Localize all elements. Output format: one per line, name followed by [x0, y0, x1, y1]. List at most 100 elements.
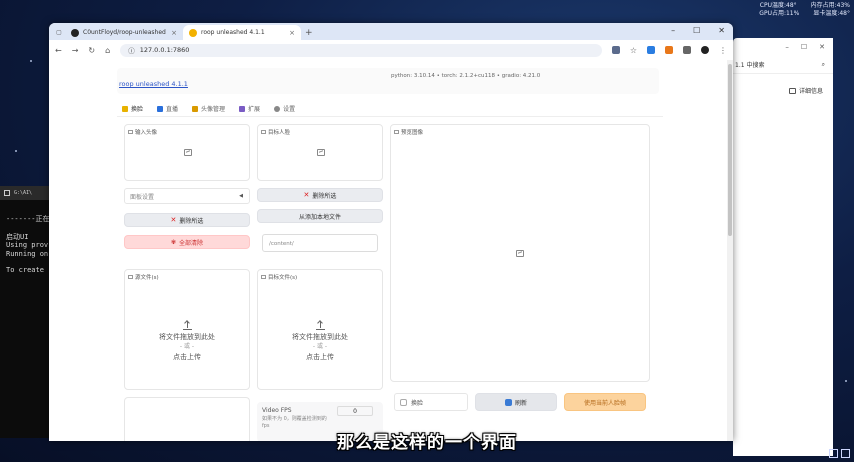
- close-button[interactable]: ✕: [718, 26, 725, 35]
- tab-roop[interactable]: roop unleashed 4.1.1 ×: [183, 25, 301, 40]
- app-header: roop unleashed 4.1.1 python: 3.10.14 • t…: [117, 68, 659, 94]
- details-button[interactable]: 详细信息: [733, 86, 833, 95]
- label-text: 目标文件(s): [268, 275, 298, 281]
- tab-label: 扩展: [248, 106, 261, 113]
- star: [15, 150, 17, 152]
- checkbox-label: 换脸: [411, 399, 424, 407]
- preset-select[interactable]: 面板设置 ◀: [124, 188, 250, 204]
- button-label: 删除所选: [179, 217, 204, 225]
- translate-icon[interactable]: [611, 46, 620, 54]
- forward-icon[interactable]: →: [72, 46, 79, 55]
- use-face-button[interactable]: 使用当前人脸帧: [564, 393, 646, 411]
- image-icon: [394, 130, 399, 134]
- refresh-button[interactable]: 刷新: [475, 393, 557, 411]
- roop-favicon-icon: [189, 28, 197, 37]
- search-icon[interactable]: ⌕: [822, 61, 825, 69]
- home-icon[interactable]: ⌂: [105, 46, 110, 55]
- add-local-file-button[interactable]: 从添加本地文件: [257, 209, 383, 223]
- more-menu-icon[interactable]: ⋮: [719, 46, 727, 55]
- close-icon[interactable]: ✕: [819, 43, 825, 51]
- bookmark-star-icon[interactable]: ☆: [630, 46, 637, 55]
- input-face-gallery[interactable]: 输入头像: [124, 124, 250, 181]
- terminal-title: G:\AI\: [14, 190, 33, 196]
- faceswap-icon: [122, 105, 128, 112]
- metamask-icon[interactable]: [665, 46, 673, 54]
- extension-icon[interactable]: [647, 46, 655, 54]
- live-icon: [157, 105, 164, 112]
- or-text: - 或 -: [179, 343, 195, 350]
- tab-label: 直播: [166, 106, 179, 113]
- tab-settings[interactable]: 设置: [274, 104, 295, 113]
- upload-dropzone[interactable]: 将文件拖放到此处 - 或 - 点击上传: [258, 321, 382, 362]
- bg-window-titlebar: – ☐ ✕: [733, 38, 833, 56]
- github-icon: [71, 28, 79, 37]
- tab-face-manager[interactable]: 头像管理: [192, 104, 225, 113]
- upload-icon: [182, 321, 192, 330]
- close-tab-icon[interactable]: ×: [171, 29, 177, 37]
- clear-icon: ✾: [170, 238, 176, 246]
- upload-dropzone[interactable]: 将文件拖放到此处 - 或 - 点击上传: [125, 321, 249, 362]
- page-scrollbar[interactable]: [727, 60, 733, 441]
- button-label: 从添加本地文件: [298, 213, 341, 221]
- terminal-line: To create: [6, 266, 44, 274]
- clear-all-button[interactable]: ✾ 全部清除: [124, 235, 250, 249]
- delete-selected-button-left[interactable]: ✕ 删除所选: [124, 213, 250, 227]
- maximize-icon[interactable]: ☐: [801, 43, 807, 51]
- image-placeholder-icon: [184, 149, 192, 156]
- preview-image[interactable]: 预览图像: [390, 124, 650, 382]
- site-info-icon[interactable]: ⓘ: [128, 45, 135, 55]
- maximize-button[interactable]: ☐: [693, 26, 700, 35]
- faceswap-checkbox[interactable]: 换脸: [394, 393, 468, 411]
- minimize-icon[interactable]: –: [785, 43, 789, 51]
- image-placeholder-icon: [516, 250, 524, 257]
- new-tab-button[interactable]: +: [305, 28, 313, 38]
- details-icon: [789, 87, 796, 94]
- gpu-temp: 显卡温度:48°: [813, 10, 850, 17]
- app-title-link[interactable]: roop unleashed 4.1.1: [119, 80, 188, 88]
- checkbox-box[interactable]: [400, 398, 407, 406]
- terminal-window[interactable]: G:\AI\ -------正在 启动UI Using prov Running…: [0, 186, 49, 438]
- minimize-button[interactable]: –: [671, 26, 675, 35]
- select-value: 面板设置: [130, 193, 155, 201]
- browser-toolbar: ← → ↻ ⌂ ⓘ 127.0.0.1:7860 ☆ ⋮: [49, 40, 733, 60]
- label-text: 预览图像: [401, 130, 424, 136]
- target-files-label: 目标文件(s): [261, 273, 297, 281]
- address-bar[interactable]: ⓘ 127.0.0.1:7860: [120, 43, 602, 57]
- star: [845, 380, 847, 382]
- tab-label: 换脸: [131, 106, 144, 113]
- video-fps-input[interactable]: 0: [337, 406, 373, 416]
- cpu-temp: CPU温度:48°: [759, 2, 797, 9]
- gradio-page: roop unleashed 4.1.1 python: 3.10.14 • t…: [49, 60, 733, 441]
- star: [30, 60, 32, 62]
- image-icon: [128, 130, 133, 134]
- close-tab-icon[interactable]: ×: [289, 29, 295, 37]
- face-manager-icon: [192, 105, 199, 112]
- tab-github[interactable]: C0untFloyd/roop-unleashed ×: [65, 25, 183, 40]
- path-textarea[interactable]: /content/: [262, 234, 378, 252]
- tab-extras[interactable]: 扩展: [239, 104, 260, 113]
- tab-faceswap[interactable]: 换脸: [122, 104, 143, 113]
- tab-live[interactable]: 直播: [157, 104, 178, 113]
- terminal-line: -------正在: [6, 215, 49, 223]
- tab-label: 头像管理: [201, 106, 226, 113]
- video-fps-label: Video FPS: [262, 407, 292, 414]
- reload-icon[interactable]: ↻: [88, 46, 95, 55]
- button-label: 使用当前人脸帧: [583, 399, 626, 407]
- bg-window-address[interactable]: 1.1 中搜索 ⌕: [733, 56, 833, 74]
- profile-avatar[interactable]: [701, 46, 709, 54]
- source-files-upload[interactable]: 源文件(s) 将文件拖放到此处 - 或 - 点击上传: [124, 269, 250, 390]
- tab-menu-icon[interactable]: ▢: [53, 26, 65, 38]
- delete-selected-button-right[interactable]: ✕ 删除所选: [257, 188, 383, 202]
- or-text: - 或 -: [312, 343, 328, 350]
- video-subtitle: 那么是这样的一个界面: [337, 433, 517, 453]
- extensions-puzzle-icon[interactable]: [683, 46, 691, 54]
- tab-divider: [117, 116, 663, 117]
- label-text: 目标人脸: [268, 130, 291, 136]
- target-face-gallery[interactable]: 目标人脸: [257, 124, 383, 181]
- target-files-upload[interactable]: 目标文件(s) 将文件拖放到此处 - 或 - 点击上传: [257, 269, 383, 390]
- button-label: 刷新: [514, 399, 527, 407]
- tab-label: 设置: [283, 106, 296, 113]
- back-icon[interactable]: ←: [55, 46, 62, 55]
- scrollbar-thumb[interactable]: [728, 64, 732, 236]
- button-label: 删除所选: [312, 192, 337, 200]
